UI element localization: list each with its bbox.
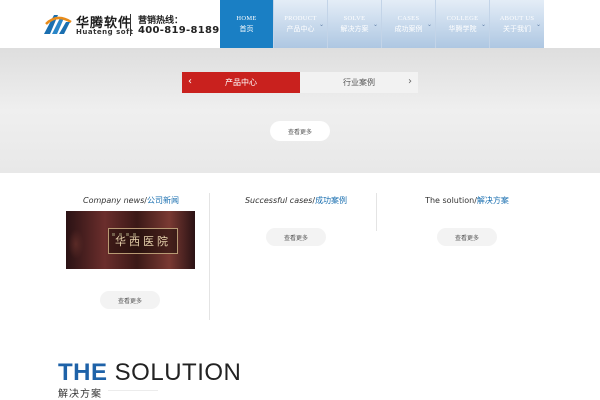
category-tabs: ‹ 产品中心 行业案例 › (182, 72, 418, 93)
chevron-down-icon: ⌄ (480, 21, 486, 28)
image-lamp-glow (68, 229, 84, 259)
nav-item-label-cn: 首页 (239, 25, 254, 33)
cases-view-more-button[interactable]: 查看更多 (266, 228, 326, 246)
tab-products-label: 产品中心 (225, 78, 257, 87)
brand-divider (130, 14, 131, 36)
nav-item-home[interactable]: HOME 首页 (220, 0, 274, 48)
tab-industry-cases-label: 行业案例 (343, 78, 375, 87)
solution-title-cn: 解决方案 (476, 196, 509, 205)
sign-subtitle-dots (112, 221, 172, 236)
solution-heading-the: THE (58, 359, 108, 386)
huateng-logo-icon[interactable] (42, 12, 72, 36)
tab-industry-cases[interactable]: 行业案例 › (300, 72, 418, 93)
nav-item-product[interactable]: PRODUCT 产品中心 ⌄ (274, 0, 328, 48)
solution-title-en: The solution (425, 196, 475, 205)
chevron-left-icon[interactable]: ‹ (188, 76, 192, 88)
solution-heading-underline (108, 390, 158, 391)
successful-cases-title[interactable]: Successful cases/成功案例 (231, 195, 361, 206)
site-header: 华腾软件 Huateng soft 营销热线： 400-819-8189 HOM… (0, 0, 600, 48)
solution-heading-cn: 解决方案 (58, 389, 102, 400)
news-view-more-button[interactable]: 查看更多 (100, 291, 160, 309)
company-news-title-cn: 公司新闻 (147, 196, 179, 205)
hospital-sign-text: 华西医院 (115, 235, 171, 248)
solution-title[interactable]: The solution/解决方案 (402, 195, 532, 206)
chevron-right-icon[interactable]: › (408, 76, 412, 88)
brand-name-en[interactable]: Huateng soft (76, 28, 133, 36)
solution-heading: THE SOLUTION (58, 360, 241, 386)
hotline-number: 400-819-8189 (138, 25, 220, 36)
successful-cases-title-en: Successful cases (244, 196, 313, 205)
chevron-down-icon: ⌄ (318, 21, 324, 28)
nav-item-about[interactable]: ABOUT US 关于我们 ⌄ (490, 0, 544, 48)
column-divider (209, 193, 210, 320)
band-view-more-button[interactable]: 查看更多 (270, 121, 330, 141)
nav-item-college[interactable]: COLLEGE 华腾学院 ⌄ (436, 0, 490, 48)
nav-item-cases[interactable]: CASES 成功案例 ⌄ (382, 0, 436, 48)
chevron-down-icon: ⌄ (372, 21, 378, 28)
nav-item-solve[interactable]: SOLVE 解决方案 ⌄ (328, 0, 382, 48)
company-news-title-en: Company news (82, 196, 145, 205)
chevron-down-icon: ⌄ (535, 21, 541, 28)
hospital-sign: 华西医院 (108, 228, 178, 254)
company-news-title[interactable]: Company news/公司新闻 (66, 195, 196, 206)
solution-heading-solution: SOLUTION (114, 359, 242, 386)
tab-products[interactable]: ‹ 产品中心 (182, 72, 300, 93)
successful-cases-title-cn: 成功案例 (315, 196, 348, 205)
solution-view-more-button[interactable]: 查看更多 (437, 228, 497, 246)
nav-item-label-en: HOME (236, 15, 257, 22)
chevron-down-icon: ⌄ (426, 21, 432, 28)
news-image-west-china-hospital[interactable]: 华西医院 (66, 211, 195, 269)
products-band (0, 48, 600, 173)
column-divider (376, 193, 377, 231)
main-nav: HOME 首页 PRODUCT 产品中心 ⌄ SOLVE 解决方案 ⌄ CASE… (220, 0, 544, 48)
